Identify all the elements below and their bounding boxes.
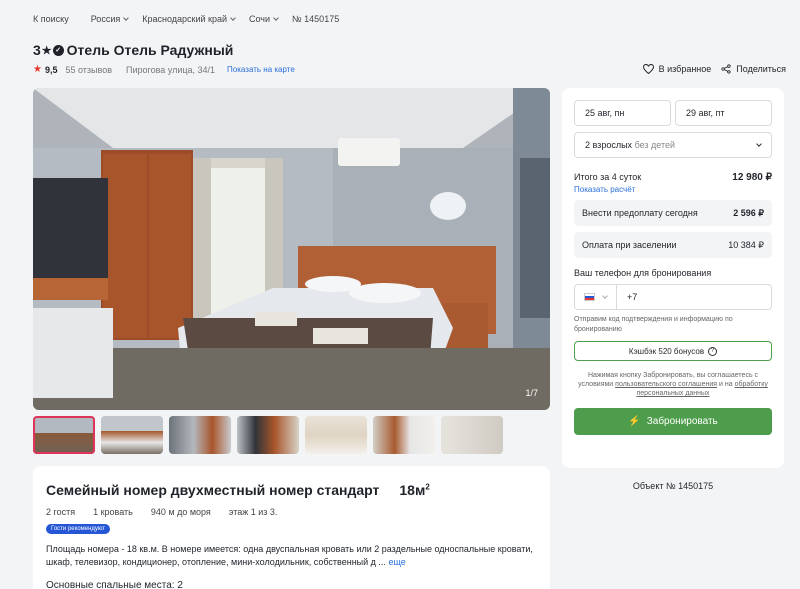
hotel-address: Пирогова улица, 34/1 <box>126 64 216 75</box>
room-area-unit: 2 <box>425 482 430 492</box>
favorite-button[interactable]: В избранное <box>642 64 712 74</box>
room-card: Семейный номер двухместный номер стандар… <box>33 466 550 589</box>
room-title-row: Семейный номер двухместный номер стандар… <box>46 482 537 498</box>
total-value: 12 980 ₽ <box>732 172 772 183</box>
date-fields: 25 авг, пн 29 авг, пт <box>574 100 772 126</box>
chevron-down-icon <box>602 292 608 299</box>
breadcrumb: К поиску Россия Краснодарский край Сочи … <box>33 14 339 24</box>
phone-label: Ваш телефон для бронирования <box>574 268 712 278</box>
onsite-label: Оплата при заселении <box>582 240 677 250</box>
thumbnail[interactable] <box>305 416 367 454</box>
guests-adults: 2 взрослых <box>585 140 633 150</box>
guests-selector[interactable]: 2 взрослых без детей <box>574 132 772 158</box>
rating-star-icon: ★ <box>33 64 42 75</box>
terms-and: и на <box>719 381 733 388</box>
chevron-down-icon <box>273 14 279 21</box>
room-beds: 1 кровать <box>93 507 133 517</box>
check-in-field[interactable]: 25 авг, пн <box>574 100 671 126</box>
room-floor: этаж 1 из 3. <box>228 507 278 517</box>
prepay-row: Внести предоплату сегодня 2 596 ₽ <box>574 200 772 226</box>
heart-icon <box>642 64 654 74</box>
total-row: Итого за 4 суток 12 980 ₽ <box>574 172 772 183</box>
country-selector[interactable]: Россия <box>90 14 130 24</box>
thumbnail[interactable] <box>101 416 163 454</box>
room-area: 18м2 <box>399 482 429 498</box>
thumbnail[interactable] <box>237 416 299 454</box>
thumbnail[interactable] <box>441 416 503 454</box>
region-label: Краснодарский край <box>142 14 227 24</box>
share-icon <box>721 64 731 74</box>
hotel-meta: ★ 9,5 55 отзывов Пирогова улица, 34/1 По… <box>33 64 295 75</box>
phone-field: +7 <box>574 284 772 310</box>
region-selector[interactable]: Краснодарский край <box>142 14 236 24</box>
page-title: 3 ★ ✓ Отель Отель Радужный <box>33 42 233 58</box>
room-description: Площадь номера - 18 кв.м. В номере имеет… <box>46 543 537 569</box>
room-photo-image <box>33 88 550 410</box>
terms-text: Нажимая кнопку Забронировать, вы соглаша… <box>574 371 772 398</box>
booking-panel: 25 авг, пн 29 авг, пт 2 взрослых без дет… <box>562 88 784 468</box>
cashback-badge[interactable]: Кэшбэк 520 бонусов? <box>574 341 772 361</box>
country-code-selector[interactable] <box>575 285 617 309</box>
thumbnail[interactable] <box>373 416 435 454</box>
phone-hint: Отправим код подтверждения и информацию … <box>574 316 733 333</box>
russia-flag-icon <box>584 293 595 301</box>
photo-counter: 1/7 <box>525 388 538 398</box>
verified-icon: ✓ <box>52 44 64 56</box>
room-title: Семейный номер двухместный номер стандар… <box>46 482 380 498</box>
chevron-down-icon <box>123 14 130 21</box>
rating-value: 9,5 <box>44 64 58 75</box>
share-label: Поделиться <box>736 64 786 74</box>
guests-label: 2 взрослых без детей <box>585 140 675 150</box>
header-actions: В избранное Поделиться <box>633 64 786 74</box>
thumbnail[interactable] <box>169 416 231 454</box>
room-area-value: 18м <box>399 482 426 498</box>
city-selector[interactable]: Сочи <box>248 14 279 24</box>
question-icon: ? <box>708 346 718 356</box>
recommended-badge: Гости рекомендуют <box>46 524 111 534</box>
prepay-label: Внести предоплату сегодня <box>582 208 698 218</box>
book-button-label: Забронировать <box>646 416 718 427</box>
show-calculation-link[interactable]: Показать расчёт <box>574 185 772 194</box>
cashback-label: Кэшбэк 520 бонусов <box>628 346 705 356</box>
onsite-value: 10 384 ₽ <box>728 239 764 250</box>
room-facts: 2 гостя 1 кровать 940 м до моря этаж 1 и… <box>46 507 537 517</box>
hotel-id: № 1450175 <box>292 14 340 24</box>
lightning-icon: ⚡ <box>628 416 641 427</box>
check-out-field[interactable]: 29 авг, пт <box>675 100 772 126</box>
hotel-name: Отель Отель Радужный <box>66 42 234 58</box>
more-link[interactable]: еще <box>388 557 405 567</box>
main-photo[interactable]: 1/7 <box>33 88 550 410</box>
user-agreement-link[interactable]: пользовательского соглашения <box>615 381 717 388</box>
chevron-down-icon <box>756 140 762 147</box>
total-label: Итого за 4 суток <box>574 172 642 182</box>
photo-thumbnails <box>33 416 509 454</box>
room-guests: 2 гостя <box>46 507 76 517</box>
hotel-stars: 3 <box>33 42 41 58</box>
city-label: Сочи <box>248 14 271 24</box>
back-to-search-link[interactable]: К поиску <box>33 14 69 24</box>
thumbnail[interactable] <box>33 416 95 454</box>
share-button[interactable]: Поделиться <box>721 64 786 74</box>
reviews-link[interactable]: 55 отзывов <box>65 65 112 75</box>
star-icon: ★ <box>41 44 52 57</box>
book-button[interactable]: ⚡ Забронировать <box>574 408 772 435</box>
show-on-map-link[interactable]: Показать на карте <box>227 65 295 74</box>
phone-input[interactable]: +7 <box>617 285 637 309</box>
onsite-payment-row: Оплата при заселении 10 384 ₽ <box>574 232 772 258</box>
guests-children: без детей <box>634 140 676 150</box>
room-distance: 940 м до моря <box>150 507 211 517</box>
favorite-label: В избранное <box>658 64 712 74</box>
object-id: Объект № 1450175 <box>632 481 714 491</box>
prepay-value: 2 596 ₽ <box>733 207 764 218</box>
main-beds: Основные спальные места: 2 <box>46 580 183 589</box>
chevron-down-icon <box>230 14 236 21</box>
country-label: Россия <box>90 14 121 24</box>
room-description-text: Площадь номера - 18 кв.м. В номере имеет… <box>46 544 533 567</box>
